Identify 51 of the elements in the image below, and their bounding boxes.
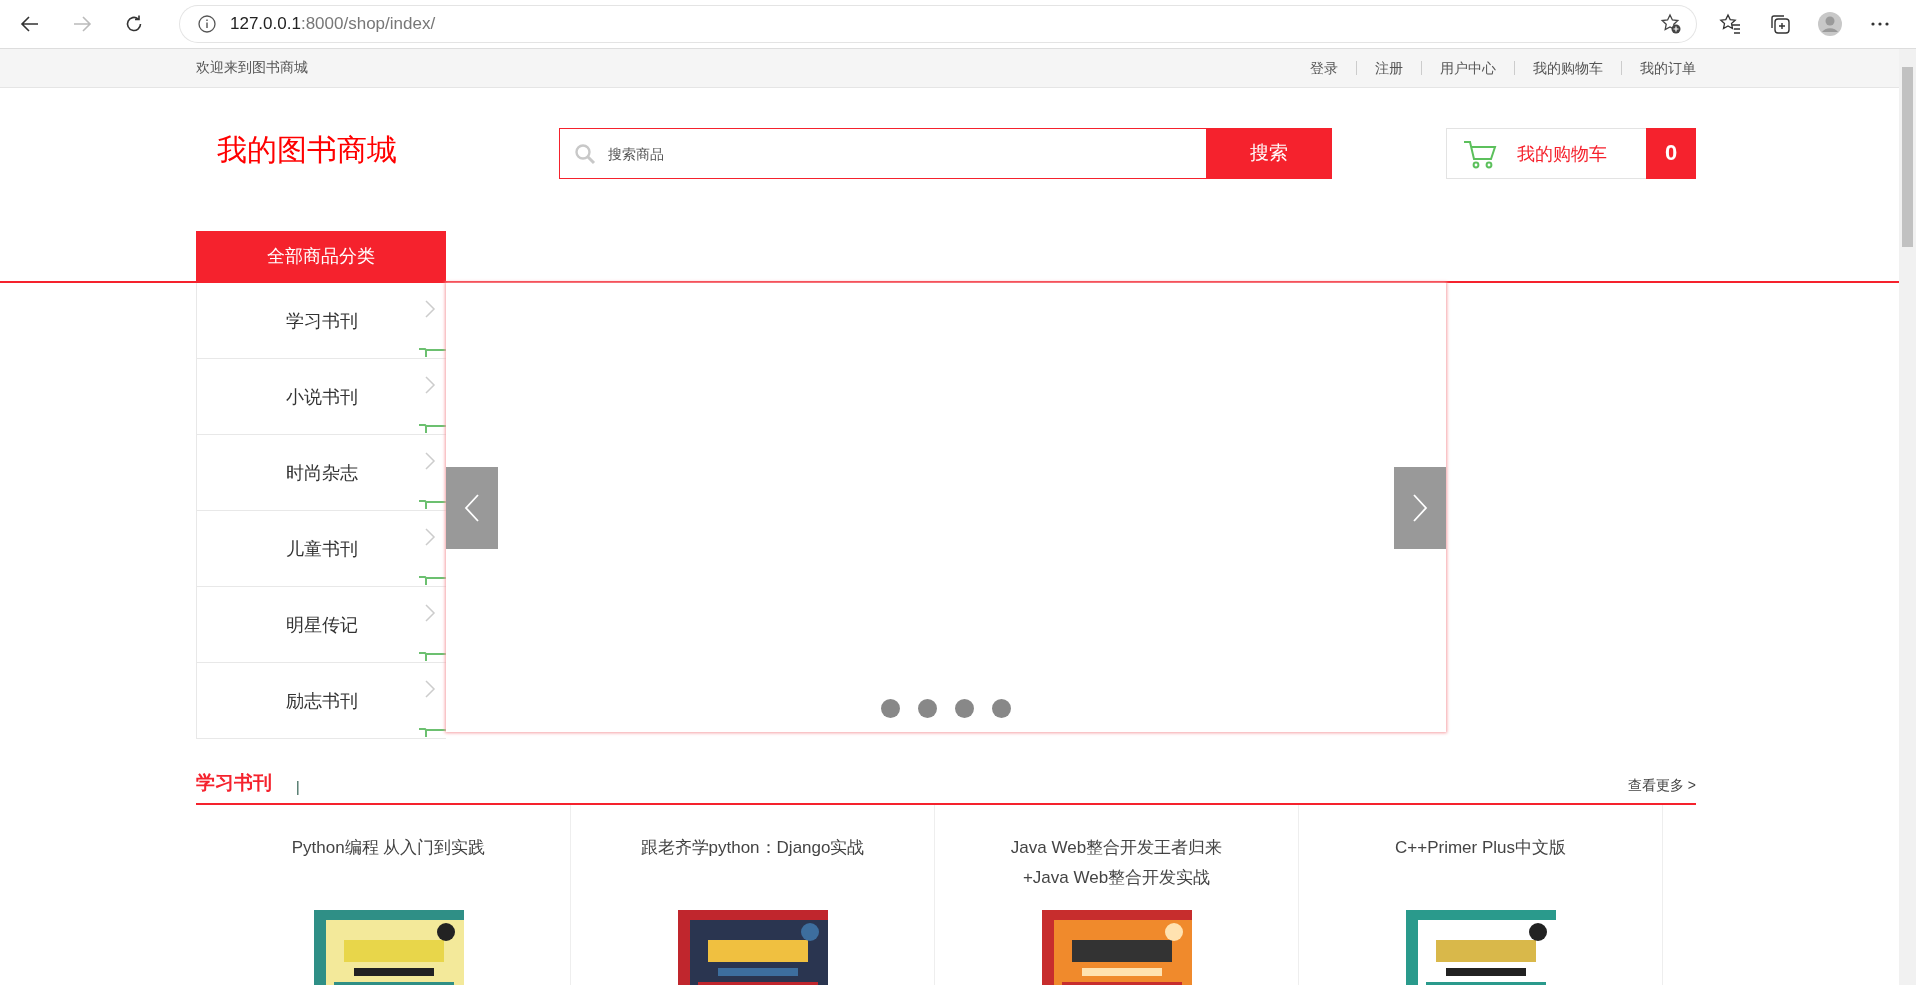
carousel-dot[interactable] xyxy=(992,699,1011,718)
more-icon[interactable] xyxy=(1871,22,1889,26)
top-link[interactable]: 登录 xyxy=(1292,61,1356,75)
collections-icon[interactable] xyxy=(1769,13,1791,35)
chevron-icon xyxy=(424,299,436,319)
carousel-dot[interactable] xyxy=(881,699,900,718)
cart-count: 0 xyxy=(1646,127,1696,179)
forward-arrow-icon xyxy=(72,14,92,34)
top-link[interactable]: 我的订单 xyxy=(1621,61,1696,75)
category-tab[interactable]: 全部商品分类 xyxy=(196,231,446,281)
address-bar[interactable]: 127.0.0.1:8000/shop/index/ xyxy=(180,6,1696,42)
section-title: 学习书刊 xyxy=(196,771,272,795)
search-button[interactable]: 搜索 xyxy=(1206,127,1332,179)
top-link[interactable]: 注册 xyxy=(1356,61,1421,75)
chevron-icon xyxy=(424,527,436,547)
carousel-dot[interactable] xyxy=(918,699,937,718)
address-text: 127.0.0.1:8000/shop/index/ xyxy=(230,14,437,34)
add-favorite-icon[interactable] xyxy=(1660,13,1682,35)
site-logo[interactable]: 我的图书商城 xyxy=(196,130,559,171)
bracket-icon xyxy=(418,727,446,738)
cart-icon xyxy=(1463,138,1497,169)
divider-text: | xyxy=(296,779,300,795)
bracket-icon xyxy=(418,651,446,662)
bracket-icon xyxy=(418,423,446,434)
book-title[interactable]: C++Primer Plus中文版 xyxy=(1395,833,1566,893)
avatar-icon[interactable] xyxy=(1817,11,1843,37)
bracket-icon xyxy=(418,575,446,586)
reload-icon xyxy=(124,14,144,34)
search-icon xyxy=(574,142,596,165)
book-title[interactable]: Python编程 从入门到实践 xyxy=(291,833,486,893)
bracket-icon xyxy=(418,499,446,510)
back-arrow-icon xyxy=(20,14,40,34)
more-link[interactable]: 查看更多 > xyxy=(1627,777,1696,795)
favorites-icon[interactable] xyxy=(1719,13,1741,35)
scrollbar[interactable] xyxy=(1899,49,1916,985)
chevron-right-icon xyxy=(1411,493,1429,523)
book-title[interactable]: Java Web整合开发王者归来 +Java Web整合开发实战 xyxy=(1010,833,1223,893)
info-icon[interactable] xyxy=(198,15,216,33)
chevron-left-icon xyxy=(463,493,481,523)
chevron-icon xyxy=(424,451,436,471)
bracket-icon xyxy=(418,347,446,358)
book-title[interactable]: 跟老齐学python：Django实战 xyxy=(640,833,865,893)
chevron-icon xyxy=(424,375,436,395)
top-link[interactable]: 用户中心 xyxy=(1421,61,1514,75)
chevron-icon xyxy=(424,679,436,699)
cart-button[interactable]: 我的购物车 0 xyxy=(1446,128,1696,179)
welcome-text: 欢迎来到图书商城 xyxy=(196,59,309,77)
top-link[interactable]: 我的购物车 xyxy=(1514,61,1621,75)
search-field[interactable]: 搜索商品 搜索 xyxy=(559,128,1332,179)
carousel-dot[interactable] xyxy=(955,699,974,718)
chevron-icon xyxy=(424,603,436,623)
